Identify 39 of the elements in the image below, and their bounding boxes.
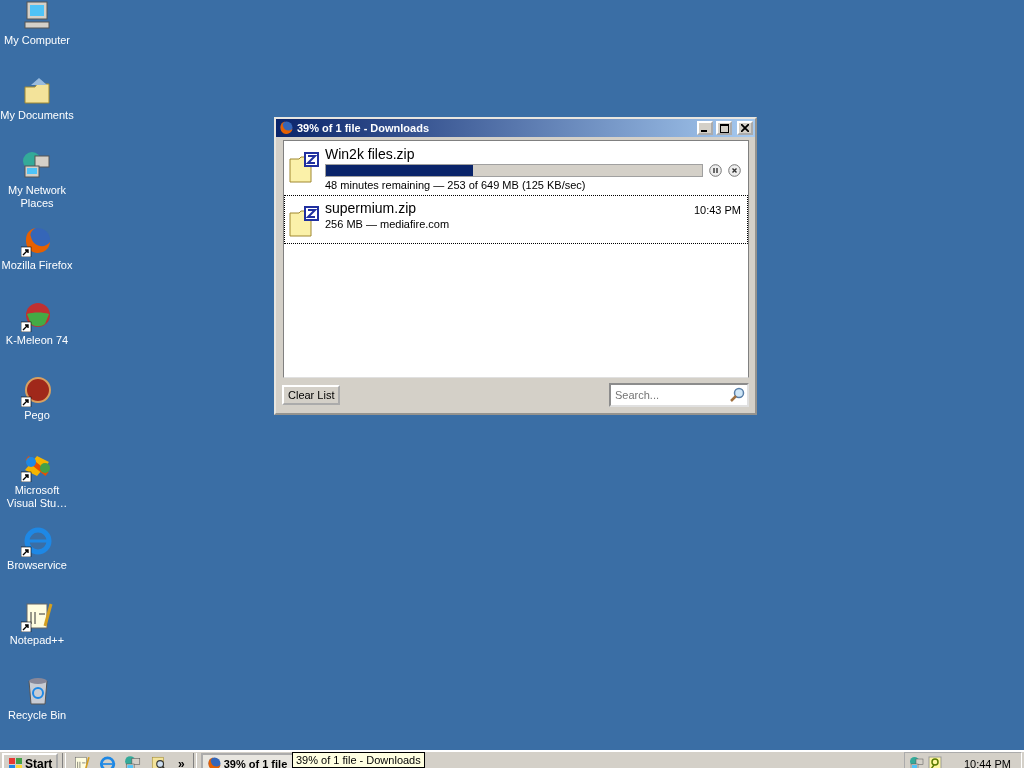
desktop-icon-label[interactable]: Recycle Bin xyxy=(7,709,67,722)
file-name: supermium.zip xyxy=(325,200,418,216)
cancel-icon[interactable] xyxy=(728,164,741,177)
desktop-icon-label[interactable]: My Documents xyxy=(0,109,74,122)
download-status: 256 MB — mediafire.com xyxy=(325,218,451,230)
key-icon xyxy=(928,756,942,768)
close-icon xyxy=(741,124,749,132)
window-title: 39% of 1 file - Downloads xyxy=(297,122,431,134)
ie-icon xyxy=(98,755,116,768)
desktop-icon-label[interactable]: Browservice xyxy=(7,559,67,572)
clear-list-button[interactable]: Clear List xyxy=(282,385,341,405)
desktop-icon-label[interactable]: K-Meleon 74 xyxy=(5,334,69,347)
desktop-icon-label[interactable]: Pego xyxy=(24,409,50,422)
pause-icon[interactable] xyxy=(709,164,722,177)
desktop-icon-label[interactable]: My Computer xyxy=(4,34,70,47)
clock: 10:44 PM xyxy=(963,758,1011,768)
chevron-button[interactable]: » xyxy=(174,757,189,768)
maximize-button[interactable] xyxy=(716,121,732,135)
firefox-icon xyxy=(278,120,294,136)
desktop-icon-label[interactable]: Notepad++ xyxy=(9,634,65,647)
maximize-icon xyxy=(719,123,729,133)
search-icon[interactable] xyxy=(729,387,745,403)
zip-folder-icon xyxy=(289,205,321,237)
zip-folder-icon xyxy=(289,151,321,183)
notepad-icon xyxy=(72,755,90,768)
download-item[interactable]: Win2k files.zip 48 minutes remaining — 253 of 649 MB (125 KB/sec) xyxy=(284,141,748,195)
tooltip: 39% of 1 file - Downloads xyxy=(292,752,425,768)
start-button[interactable]: Start xyxy=(2,753,58,768)
desktop-icon-label[interactable]: Mozilla Firefox xyxy=(1,259,73,272)
minimize-button[interactable] xyxy=(697,121,713,135)
desktop-icon-label[interactable]: Microsoft Visual Stu… xyxy=(0,484,74,510)
windows-logo-icon xyxy=(7,757,23,768)
search-field[interactable]: Search... xyxy=(609,383,749,407)
download-item[interactable]: supermium.zip 256 MB — mediafire.com 10:43 PM xyxy=(284,195,748,244)
file-name: Win2k files.zip xyxy=(325,146,416,162)
download-status: 48 minutes remaining — 253 of 649 MB (125 KB/sec) xyxy=(325,179,587,191)
close-button[interactable] xyxy=(737,121,753,135)
desktop-icon-label[interactable]: My Network Places xyxy=(0,184,74,210)
download-time: 10:43 PM xyxy=(693,204,741,216)
